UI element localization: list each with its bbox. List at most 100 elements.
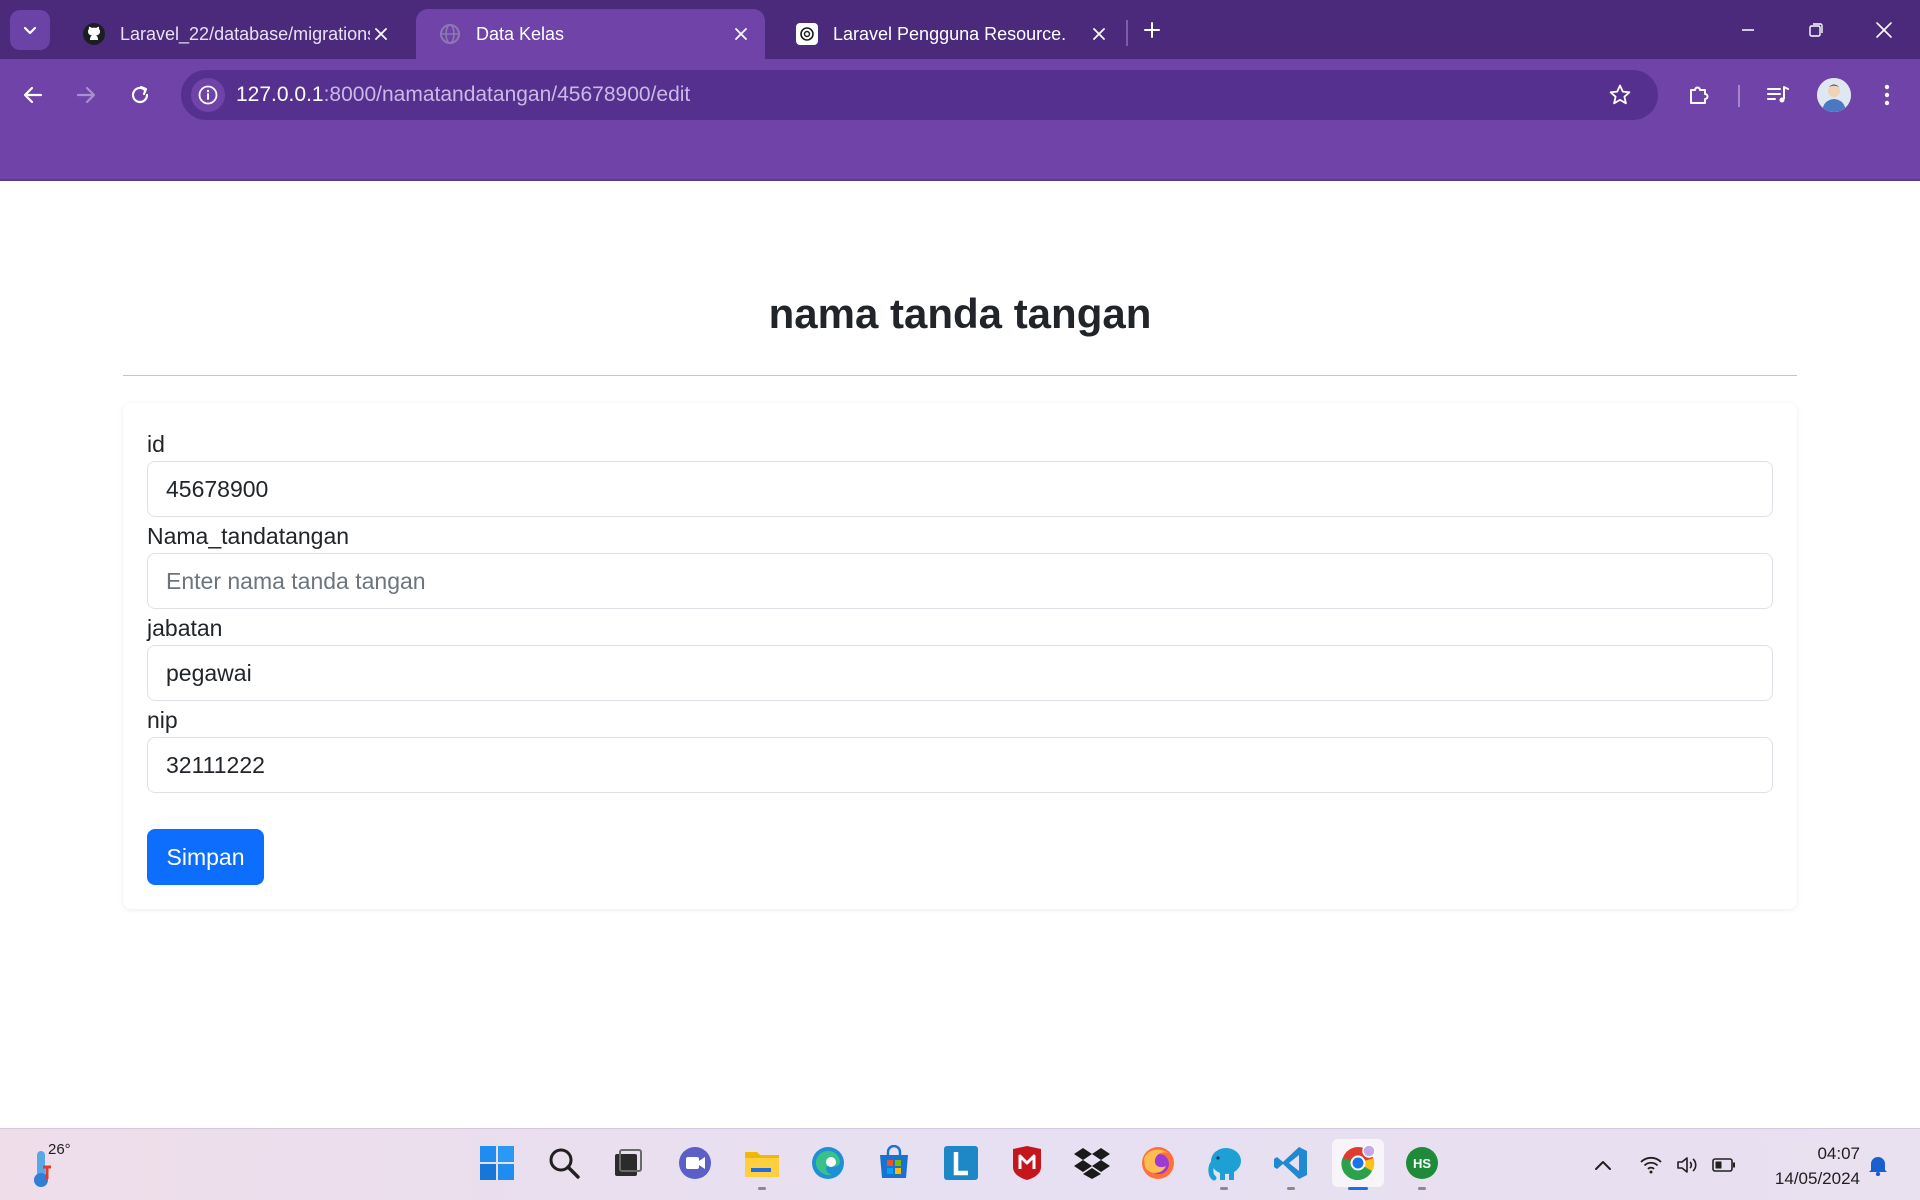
hs-app-icon: HS [1406,1147,1438,1179]
arrow-left-icon [23,86,43,104]
arrow-right-icon [76,86,96,104]
puzzle-icon [1690,86,1709,104]
running-indicator [1220,1187,1228,1190]
tab-title: Data Kelas [476,23,565,44]
search-button[interactable] [540,1139,588,1187]
close-tab-icon[interactable] [1087,22,1111,46]
jabatan-label: jabatan [147,615,223,641]
system-clock[interactable]: 04:07 14/05/2024 [1756,1141,1860,1191]
dropbox-icon [1074,1148,1110,1179]
running-indicator [1418,1187,1426,1190]
bookmark-star-icon[interactable] [1606,81,1634,109]
file-explorer-button[interactable] [738,1139,786,1190]
simpan-button[interactable]: Simpan [147,829,264,885]
windows-taskbar: 26° HS 04:07 14/05/2024 [0,1128,1920,1200]
firefox-button[interactable] [1134,1139,1182,1187]
battery-icon [1712,1158,1735,1172]
back-button[interactable] [13,75,53,115]
active-indicator [1348,1187,1368,1190]
url-host: 127.0.0.1 [236,83,324,106]
forward-button[interactable] [66,75,106,115]
weather-temperature: 26° [48,1141,71,1158]
edge-icon [812,1147,844,1179]
browser-toolbar: 127.0.0.1:8000/namatandatangan/45678900/… [0,59,1920,181]
edge-button[interactable] [804,1139,852,1187]
tab-title: Laravel_22/database/migrations [120,23,370,44]
extensions-button[interactable] [1679,75,1719,115]
browser-menu-button[interactable] [1867,75,1907,115]
task-view-button[interactable] [604,1139,652,1187]
hs-app-button[interactable]: HS [1398,1139,1446,1190]
meet-icon [679,1147,711,1179]
tab-laravel-pengguna[interactable]: Laravel Pengguna Resource. [773,9,1123,59]
chrome-button[interactable] [1332,1139,1384,1190]
user-avatar-icon [1817,78,1851,112]
tab-search-button[interactable] [10,10,50,50]
minimize-icon [1742,29,1754,31]
svg-text:HS: HS [1413,1156,1431,1171]
url-text[interactable]: 127.0.0.1:8000/namatandatangan/45678900/… [236,83,690,107]
browser-tab-bar: Laravel_22/database/migrations Data Kela… [0,0,1920,59]
url-path: :8000/namatandatangan/45678900/edit [323,83,691,106]
music-queue-icon [1767,86,1789,103]
notifications-button[interactable] [1864,1151,1892,1179]
nama-tandatangan-label: Nama_tandatangan [147,523,350,549]
chevron-down-icon [23,26,37,35]
restore-icon [1809,23,1823,37]
search-icon [549,1148,580,1179]
edit-form-card: id Nama_tandatangan jabatan nip Simpan [123,403,1797,909]
store-button[interactable] [870,1139,918,1187]
battery-status[interactable] [1710,1151,1738,1179]
media-control-button[interactable] [1758,75,1798,115]
firefox-icon [1142,1147,1174,1179]
close-tab-icon[interactable] [729,22,753,46]
reload-button[interactable] [120,75,160,115]
chatgpt-icon [795,22,819,46]
tab-github-migrations[interactable]: Laravel_22/database/migrations [60,9,405,59]
close-window-button[interactable] [1862,8,1906,52]
l-app-button[interactable] [937,1139,985,1187]
mcafee-button[interactable] [1003,1139,1051,1187]
github-icon [82,22,106,46]
show-hidden-icons-button[interactable] [1589,1151,1617,1179]
site-info-icon[interactable] [191,78,225,112]
meet-button[interactable] [671,1139,719,1187]
tab-separator [1126,20,1128,46]
restore-button[interactable] [1794,8,1838,52]
close-icon [1876,22,1892,38]
tab-data-kelas[interactable]: Data Kelas [416,9,765,59]
dropbox-button[interactable] [1068,1139,1116,1187]
more-vertical-icon [1884,84,1890,106]
running-indicator [1287,1187,1295,1190]
vscode-button[interactable] [1267,1139,1315,1190]
running-indicator [758,1187,766,1190]
vscode-icon [1274,1147,1307,1179]
close-tab-icon[interactable] [369,22,393,46]
new-tab-button[interactable] [1136,14,1168,46]
title-divider [123,375,1797,376]
profile-avatar[interactable] [1817,78,1851,112]
windows-start-icon [480,1146,514,1180]
globe-icon [438,22,462,46]
minimize-button[interactable] [1726,8,1770,52]
elephant-app-button[interactable] [1200,1139,1248,1190]
l-app-icon [944,1146,978,1180]
chrome-icon [1341,1144,1376,1181]
nip-input[interactable] [147,737,1773,793]
elephant-app-icon [1208,1148,1241,1181]
bell-icon [1869,1157,1887,1176]
nama-tandatangan-input[interactable] [147,553,1773,609]
page-title: nama tanda tangan [768,290,1152,337]
start-button[interactable] [473,1139,521,1187]
id-input[interactable] [147,461,1773,517]
id-label: id [147,431,165,457]
plus-icon [1144,22,1160,38]
weather-widget[interactable]: 26° [30,1141,76,1189]
clock-time: 04:07 [1817,1144,1860,1163]
address-bar[interactable]: 127.0.0.1:8000/namatandatangan/45678900/… [181,70,1658,120]
jabatan-input[interactable] [147,645,1773,701]
tab-title: Laravel Pengguna Resource. [833,23,1067,44]
volume-status[interactable] [1673,1151,1701,1179]
wifi-status[interactable] [1637,1151,1665,1179]
volume-icon [1677,1157,1697,1173]
